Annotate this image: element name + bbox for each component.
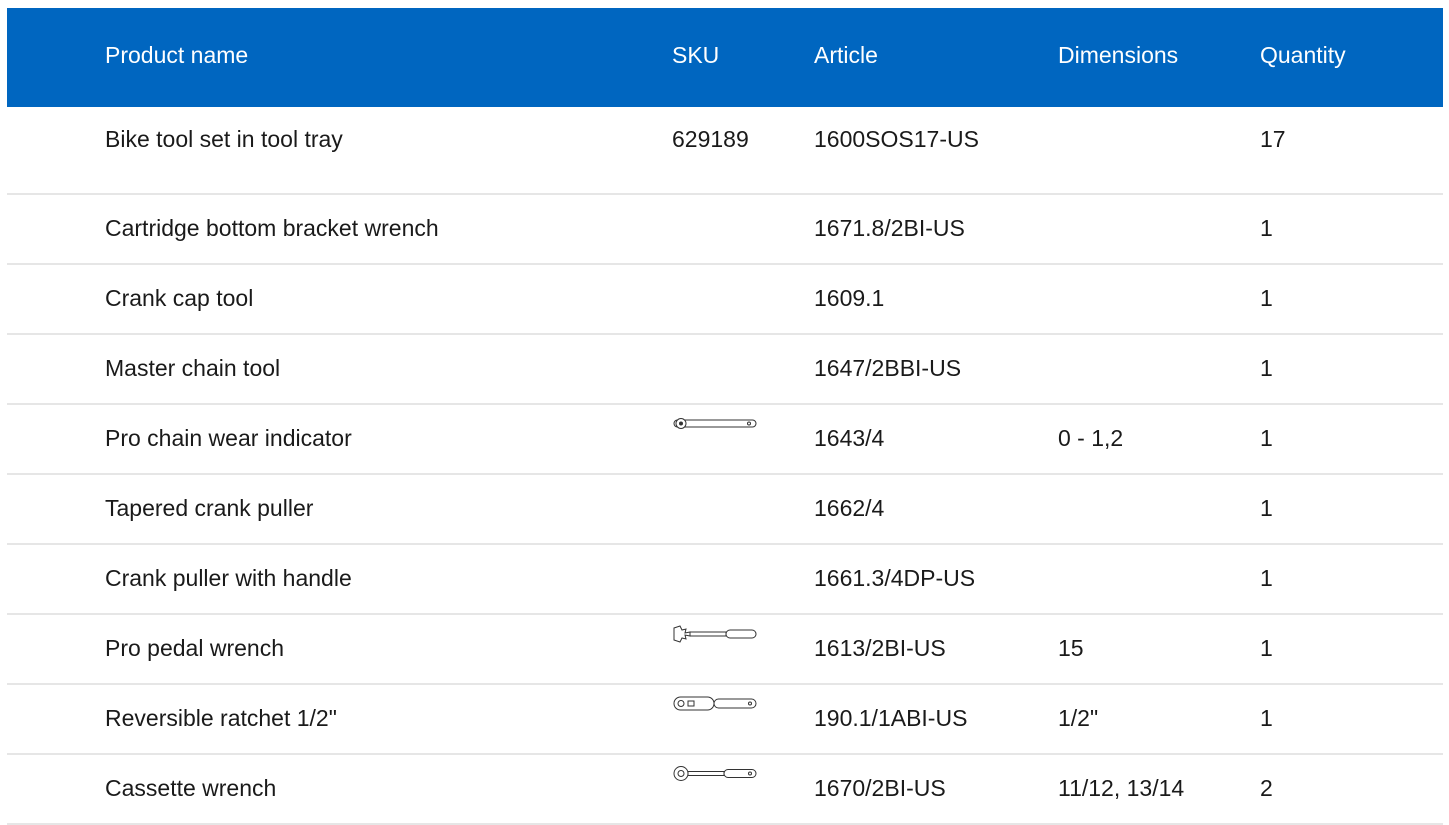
product-name-cell: Pro chain wear indicator — [105, 425, 352, 451]
table-body: Bike tool set in tool tray 629189 1600SOS1… — [7, 107, 1443, 825]
quantity-cell: 1 — [1260, 425, 1273, 451]
table-row: Tapered crank puller 1662/4 1 — [7, 475, 1443, 545]
chain-wear-indicator-icon — [672, 415, 758, 433]
product-name-cell: Cassette wrench — [105, 775, 277, 801]
ratchet-icon — [672, 695, 758, 713]
article-cell: 1662/4 — [814, 495, 885, 521]
article-cell: 1600SOS17-US — [814, 126, 979, 152]
header-quantity: Quantity — [1260, 42, 1346, 68]
article-cell: 1609.1 — [814, 285, 885, 311]
dimensions-cell: 11/12, 13/14 — [1058, 775, 1185, 801]
header-sku: SKU — [672, 42, 720, 68]
table-row: Pro chain wear indicator 1643/4 0 - 1,2 1 — [7, 405, 1443, 475]
header-product-name: Product name — [105, 42, 249, 68]
article-cell: 1671.8/2BI-US — [814, 215, 965, 241]
article-cell: 1661.3/4DP-US — [814, 565, 976, 591]
table-row: Master chain tool 1647/2BBI-US 1 — [7, 335, 1443, 405]
quantity-cell: 1 — [1260, 705, 1273, 731]
header-dimensions: Dimensions — [1058, 42, 1179, 68]
product-name-cell: Cartridge bottom bracket wrench — [105, 215, 439, 241]
table-row: Crank puller with handle 1661.3/4DP-US 1 — [7, 545, 1443, 615]
quantity-cell: 1 — [1260, 495, 1273, 521]
dimensions-cell: 15 — [1058, 635, 1084, 661]
header-article: Article — [814, 42, 878, 68]
quantity-cell: 1 — [1260, 565, 1273, 591]
article-cell: 1613/2BI-US — [814, 635, 946, 661]
quantity-cell: 1 — [1260, 215, 1273, 241]
table-row: Cassette wrench 1670/2BI-US 11/12, 13/14 2 — [7, 755, 1443, 825]
tool-set-table: Product name SKU Article Dimensions Quan… — [7, 8, 1443, 825]
product-name-cell: Bike tool set in tool tray — [105, 126, 343, 152]
article-cell: 1647/2BBI-US — [814, 355, 962, 381]
product-name-cell: Tapered crank puller — [105, 495, 314, 521]
article-cell: 1670/2BI-US — [814, 775, 946, 801]
table-row: Cartridge bottom bracket wrench 1671.8/2B… — [7, 195, 1443, 265]
table-row: Bike tool set in tool tray 629189 1600SOS1… — [7, 107, 1443, 195]
quantity-cell: 1 — [1260, 285, 1273, 311]
article-cell: 1643/4 — [814, 425, 885, 451]
article-cell: 190.1/1ABI-US — [814, 705, 968, 731]
quantity-cell: 17 — [1260, 126, 1286, 152]
product-name-cell: Crank cap tool — [105, 285, 254, 311]
dimensions-cell: 0 - 1,2 — [1058, 425, 1124, 451]
sku-cell: 629189 — [672, 126, 749, 152]
product-name-cell: Pro pedal wrench — [105, 635, 284, 661]
table-row: Pro pedal wrench 1613/2BI-US 15 1 — [7, 615, 1443, 685]
quantity-cell: 2 — [1260, 775, 1273, 801]
quantity-cell: 1 — [1260, 355, 1273, 381]
product-name-cell: Reversible ratchet 1/2" — [105, 705, 337, 731]
product-name-cell: Master chain tool — [105, 355, 281, 381]
quantity-cell: 1 — [1260, 635, 1273, 661]
dimensions-cell: 1/2" — [1058, 705, 1099, 731]
table-row: Crank cap tool 1609.1 1 — [7, 265, 1443, 335]
table-header: Product name SKU Article Dimensions Quan… — [7, 8, 1443, 107]
pedal-wrench-icon — [672, 625, 758, 643]
product-name-cell: Crank puller with handle — [105, 565, 352, 591]
table-row: Reversible ratchet 1/2" 190.1/1ABI-US 1/2"… — [7, 685, 1443, 755]
cassette-wrench-icon — [672, 765, 758, 783]
